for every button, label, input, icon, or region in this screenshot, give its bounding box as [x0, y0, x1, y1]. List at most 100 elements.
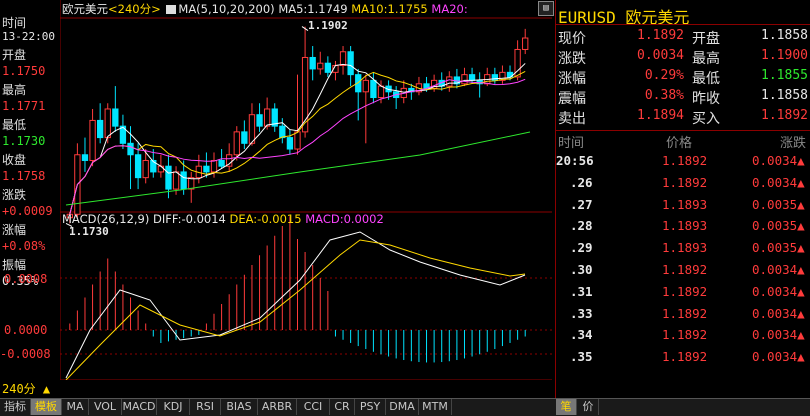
tick-row: .26 1.1892 0.0034▲	[556, 175, 810, 197]
candle-body	[339, 51, 347, 66]
candle-body	[286, 137, 294, 150]
tick-price: 1.1892	[662, 262, 708, 277]
candle-body	[218, 159, 225, 167]
quote-value: 1.1900	[761, 48, 808, 63]
candle-body	[522, 37, 529, 50]
indicator-tab[interactable]: PSY	[355, 399, 386, 415]
tick-change: 0.0034▲	[752, 262, 805, 277]
candle-body	[461, 74, 468, 85]
panel-tab[interactable]: 价	[578, 399, 599, 415]
tick-time: .31	[570, 283, 593, 299]
indicator-tab[interactable]: 模板	[31, 399, 62, 415]
tick-change: 0.0034▲	[752, 305, 805, 321]
collapse-panel-icon[interactable]: ▤	[538, 1, 554, 16]
panel-divider	[555, 0, 556, 415]
indicator-tab[interactable]: CR	[330, 399, 355, 415]
indicator-tab[interactable]: DMA	[386, 399, 419, 415]
macd-title-row: MACD(26,12,9) DIFF:-0.0014 DEA:-0.0015 M…	[62, 212, 384, 226]
tick-header: 时间 价格 涨跌	[556, 130, 810, 153]
indicator-tab-bar: 指标 模板 MA VOL MACD KDJ RSI BIAS ARBR CCI CR PSY DMA MT…	[0, 398, 556, 416]
tick-change: 0.0034▲	[752, 153, 805, 168]
candle-body	[233, 131, 240, 156]
tick-row: .33 1.1892 0.0034▲	[556, 306, 810, 328]
period-indicator[interactable]: 240分 ▲	[2, 380, 50, 397]
indicator-tab[interactable]: 指标	[0, 399, 31, 415]
indicator-icon[interactable]	[166, 5, 177, 14]
candle-body	[81, 154, 89, 161]
quote-row: 涨幅 0.29% 最低 1.1855	[556, 68, 810, 90]
candle-body	[127, 142, 134, 156]
candle-body	[134, 154, 142, 179]
quote-panel: EURUSD 欧元美元 现价 1.1892 开盘 1.1858 涨跌 0.0034 最高 1.…	[556, 0, 810, 415]
quote-label: 最低	[692, 71, 720, 87]
indicator-tab[interactable]: RSI	[190, 399, 221, 415]
kline-chart[interactable]: 欧元美元<240分> MA(5,10,20,200) MA5:1.1749 MA…	[60, 0, 552, 380]
indicator-tab[interactable]: ARBR	[258, 399, 297, 415]
candle-body	[309, 56, 316, 70]
macd-axis-zero: 0.0000	[4, 323, 48, 337]
tick-change: 0.0034▲	[752, 327, 805, 343]
candle-body	[491, 74, 499, 81]
pct-value: +0.08%	[2, 239, 46, 253]
indicator-tab[interactable]: MTM	[419, 399, 452, 415]
quote-label: 卖出	[558, 111, 586, 127]
candle-body	[165, 165, 172, 190]
candle-body	[324, 62, 332, 73]
tick-time: .28	[570, 218, 593, 234]
dea-value: DEA:-0.0015	[229, 212, 302, 226]
candle-body	[157, 165, 165, 173]
quote-label: 买入	[692, 111, 720, 127]
tick-row: .35 1.1892 0.0034▲	[556, 349, 810, 371]
tick-time: .27	[570, 196, 593, 212]
tick-row: .27 1.1893 0.0035▲	[556, 197, 810, 219]
quote-value: 0.29%	[644, 68, 684, 83]
candle-body	[180, 171, 187, 190]
indicator-tab[interactable]: CCI	[297, 399, 330, 415]
ma20-value: MA20:	[431, 2, 468, 16]
candle-body	[377, 85, 385, 99]
quote-row: 现价 1.1892 开盘 1.1858	[556, 28, 810, 50]
panel-tab-bar: 笔价	[556, 398, 810, 416]
quote-value: 1.1858	[761, 88, 808, 103]
quote-label: 昨收	[692, 91, 720, 107]
candle-body	[248, 114, 256, 144]
tick-change: 0.0034▲	[752, 174, 805, 190]
low-value: 1.1730	[2, 134, 46, 148]
indicator-tab[interactable]: VOL	[89, 399, 122, 415]
tick-price: 1.1893	[662, 218, 708, 234]
dea-line	[65, 239, 526, 380]
panel-title-divider	[556, 24, 810, 25]
tick-time: .35	[570, 349, 593, 365]
macd-value: MACD:0.0002	[305, 212, 384, 226]
indicator-tab[interactable]: KDJ	[157, 399, 190, 415]
candle-body	[468, 74, 476, 81]
candle-body	[446, 76, 453, 87]
quote-label: 最高	[692, 51, 720, 67]
tick-price: 1.1892	[662, 349, 708, 365]
quote-value: 0.38%	[644, 88, 684, 103]
quote-label: 现价	[558, 31, 586, 47]
chart-canvas[interactable]	[60, 0, 552, 380]
tick-price: 1.1892	[662, 283, 708, 299]
indicator-tab[interactable]: MACD	[122, 399, 157, 415]
candle-body	[210, 159, 218, 173]
quote-row: 卖出 1.1894 买入 1.1892	[556, 108, 810, 130]
quote-label: 开盘	[692, 31, 720, 47]
indicator-tab[interactable]: BIAS	[221, 399, 258, 415]
panel-tab[interactable]: 笔	[556, 399, 577, 415]
tick-row: .28 1.1893 0.0035▲	[556, 218, 810, 240]
ma-label: MA(5,10,20,200)	[178, 2, 275, 16]
quote-row: 震幅 0.38% 昨收 1.1858	[556, 88, 810, 110]
macd-axis-bottom: -0.0008	[0, 347, 51, 361]
tick-row: .29 1.1893 0.0035▲	[556, 240, 810, 262]
indicator-tab[interactable]: MA	[62, 399, 89, 415]
ma5-value: MA5:1.1749	[278, 2, 348, 16]
period-label[interactable]: <240分>	[108, 2, 161, 16]
candle-body	[241, 131, 248, 144]
macd-axis-top: 0.0008	[4, 272, 48, 286]
high-value: 1.1771	[2, 99, 46, 113]
tick-price: 1.1892	[662, 153, 708, 168]
candle-body	[256, 114, 263, 127]
candle-body	[279, 125, 286, 139]
candle-body	[294, 131, 301, 150]
